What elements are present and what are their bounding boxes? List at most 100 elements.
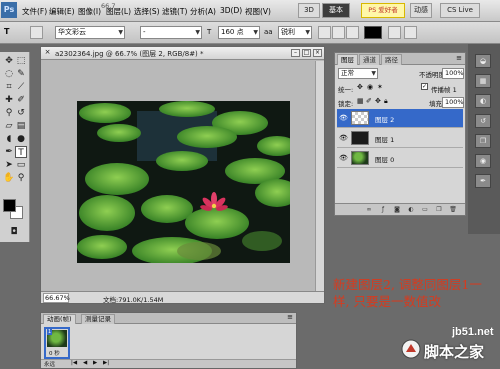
eyedropper-icon[interactable]: ⟋ xyxy=(15,81,27,93)
orientation-toggle-icon[interactable] xyxy=(30,26,43,39)
first-frame-icon[interactable]: |◀ xyxy=(71,360,77,366)
vertical-scrollbar[interactable] xyxy=(315,61,324,291)
menu-3d[interactable]: 3D(D) xyxy=(220,6,242,15)
zoom-tool-icon[interactable]: ⚲ xyxy=(15,172,27,184)
quick-mask-icon[interactable]: ◘ xyxy=(8,226,20,238)
menu-view[interactable]: 视图(V) xyxy=(245,6,271,17)
foreground-color-swatch[interactable] xyxy=(3,199,16,212)
lock-position-icon[interactable]: ✥ xyxy=(375,97,381,105)
channels-panel-icon[interactable]: ◉ xyxy=(475,154,491,168)
layer-row[interactable]: 👁︎ 图层 0 xyxy=(337,149,463,168)
document-close-icon[interactable]: × xyxy=(43,49,52,57)
menu-select[interactable]: 选择(S) xyxy=(134,6,160,17)
clone-stamp-icon[interactable]: ⚲ xyxy=(3,107,15,119)
layer-row[interactable]: 👁︎ 图层 2 xyxy=(337,109,463,128)
canvas-area[interactable] xyxy=(41,61,324,291)
quick-select-icon[interactable]: ✎ xyxy=(15,68,27,80)
tab-layers[interactable]: 图层 xyxy=(337,54,358,65)
warp-text-icon[interactable] xyxy=(388,26,401,39)
move-tool-icon[interactable]: ✥ xyxy=(3,55,15,67)
tab-paths[interactable]: 路径 xyxy=(381,54,402,65)
animation-frame[interactable]: 1 0 秒 xyxy=(44,327,70,359)
workspace-essentials-button[interactable]: 基本 xyxy=(322,3,350,18)
color-panel-icon[interactable]: ◒ xyxy=(475,54,491,68)
menu-image[interactable]: 图像(I) xyxy=(78,6,101,17)
history-brush-icon[interactable]: ↺ xyxy=(15,107,27,119)
propagate-checkbox[interactable]: ✓ xyxy=(421,83,428,90)
menu-file[interactable]: 文件(F) xyxy=(22,6,47,17)
font-style-select[interactable]: - ▼ xyxy=(140,26,202,39)
folder-icon[interactable]: ▭ xyxy=(421,206,429,214)
menu-analysis[interactable]: 分析(A) xyxy=(190,6,216,17)
align-left-icon[interactable] xyxy=(318,26,331,39)
lock-pixels-icon[interactable]: ✐ xyxy=(366,97,372,105)
marquee-tool-icon[interactable]: ⬚ xyxy=(15,55,27,67)
adjustments-panel-icon[interactable]: ◐ xyxy=(475,94,491,108)
panel-menu-icon[interactable]: ≡ xyxy=(287,313,293,321)
tab-animation-frames[interactable]: 动画(帧) xyxy=(43,314,76,324)
document-tab[interactable]: × a2302364.jpg @ 66.7% (图层 2, RGB/8#) * … xyxy=(41,47,324,60)
close-icon[interactable]: × xyxy=(313,49,322,57)
loop-select[interactable]: 永远 xyxy=(44,360,55,368)
blend-mode-select[interactable]: 正常 ▼ xyxy=(338,68,378,79)
blur-tool-icon[interactable]: ◖ xyxy=(3,133,15,145)
lock-all-icon[interactable]: 🔒︎ xyxy=(384,97,388,106)
panel-menu-icon[interactable]: ≡ xyxy=(456,54,462,62)
prev-frame-icon[interactable]: ◀ xyxy=(83,360,87,366)
adjustment-icon[interactable]: ◐ xyxy=(407,206,415,214)
mask-icon[interactable]: ◙ xyxy=(393,206,401,214)
history-panel-icon[interactable]: ↺ xyxy=(475,114,491,128)
minimize-icon[interactable]: – xyxy=(291,49,300,57)
menu-filter[interactable]: 滤镜(T) xyxy=(162,6,187,17)
frame-delay[interactable]: 0 秒 xyxy=(49,349,60,357)
unify-position-icon[interactable]: ✥ xyxy=(357,83,363,91)
font-family-select[interactable]: 华文彩云 ▼ xyxy=(55,26,125,39)
opacity-field[interactable]: 100% xyxy=(442,68,464,79)
type-tool-icon-active[interactable]: T xyxy=(15,146,27,158)
tab-channels[interactable]: 通道 xyxy=(359,54,380,65)
workspace-motion-button[interactable]: 动感 xyxy=(410,3,432,18)
workspace-3d-button[interactable]: 3D xyxy=(298,3,320,18)
pen-tool-icon[interactable]: ✒ xyxy=(3,146,15,158)
align-right-icon[interactable] xyxy=(346,26,359,39)
path-select-icon[interactable]: ➤ xyxy=(3,159,15,171)
maximize-icon[interactable]: □ xyxy=(302,49,311,57)
play-icon[interactable]: ▶ xyxy=(93,360,97,366)
type-tool-icon[interactable]: T xyxy=(4,27,9,36)
layers-panel-icon[interactable]: ❐ xyxy=(475,134,491,148)
character-panel-icon[interactable] xyxy=(404,26,417,39)
unify-visibility-icon[interactable]: ◉ xyxy=(367,83,373,91)
healing-brush-icon[interactable]: ✚ xyxy=(3,94,15,106)
lock-transparent-icon[interactable]: ▦ xyxy=(357,97,364,105)
layer-row[interactable]: 👁︎ 图层 1 xyxy=(337,129,463,148)
eraser-tool-icon[interactable]: ▱ xyxy=(3,120,15,132)
text-color-swatch[interactable] xyxy=(364,26,382,39)
eye-icon[interactable]: 👁︎ xyxy=(339,154,348,162)
trash-icon[interactable]: 🗑︎ xyxy=(449,206,457,214)
crop-tool-icon[interactable]: ⌗ xyxy=(3,81,15,93)
menu-edit[interactable]: 编辑(E) xyxy=(49,6,75,17)
new-layer-icon[interactable]: ❐ xyxy=(435,206,443,214)
brush-tool-icon[interactable]: ✐ xyxy=(15,94,27,106)
zoom-field[interactable]: 66.67% xyxy=(43,293,70,303)
gradient-tool-icon[interactable]: ▤ xyxy=(15,120,27,132)
cs-live-button[interactable]: CS Live xyxy=(440,3,480,18)
link-icon[interactable]: ∞ xyxy=(365,206,373,214)
eye-icon[interactable]: 👁︎ xyxy=(339,134,348,142)
shape-tool-icon[interactable]: ▭ xyxy=(15,159,27,171)
next-frame-icon[interactable]: ▶| xyxy=(103,360,109,366)
dodge-tool-icon[interactable]: ● xyxy=(15,133,27,145)
tab-measurement-log[interactable]: 测量记录 xyxy=(81,314,115,324)
hand-tool-icon[interactable]: ✋ xyxy=(3,172,15,184)
document-info[interactable]: 文档:791.0K/1.54M xyxy=(103,294,163,304)
swatches-panel-icon[interactable]: ▦ xyxy=(475,74,491,88)
eye-icon[interactable]: 👁︎ xyxy=(339,114,348,122)
align-center-icon[interactable] xyxy=(332,26,345,39)
antialias-select[interactable]: 锐利 ▼ xyxy=(278,26,312,39)
lasso-tool-icon[interactable]: ◌ xyxy=(3,68,15,80)
unify-style-icon[interactable]: ✶ xyxy=(377,83,383,91)
paths-panel-icon[interactable]: ✒ xyxy=(475,174,491,188)
fill-field[interactable]: 100% xyxy=(442,97,464,108)
font-size-select[interactable]: 160 点 ▼ xyxy=(218,26,260,39)
fx-icon[interactable]: ƒ xyxy=(379,206,387,214)
